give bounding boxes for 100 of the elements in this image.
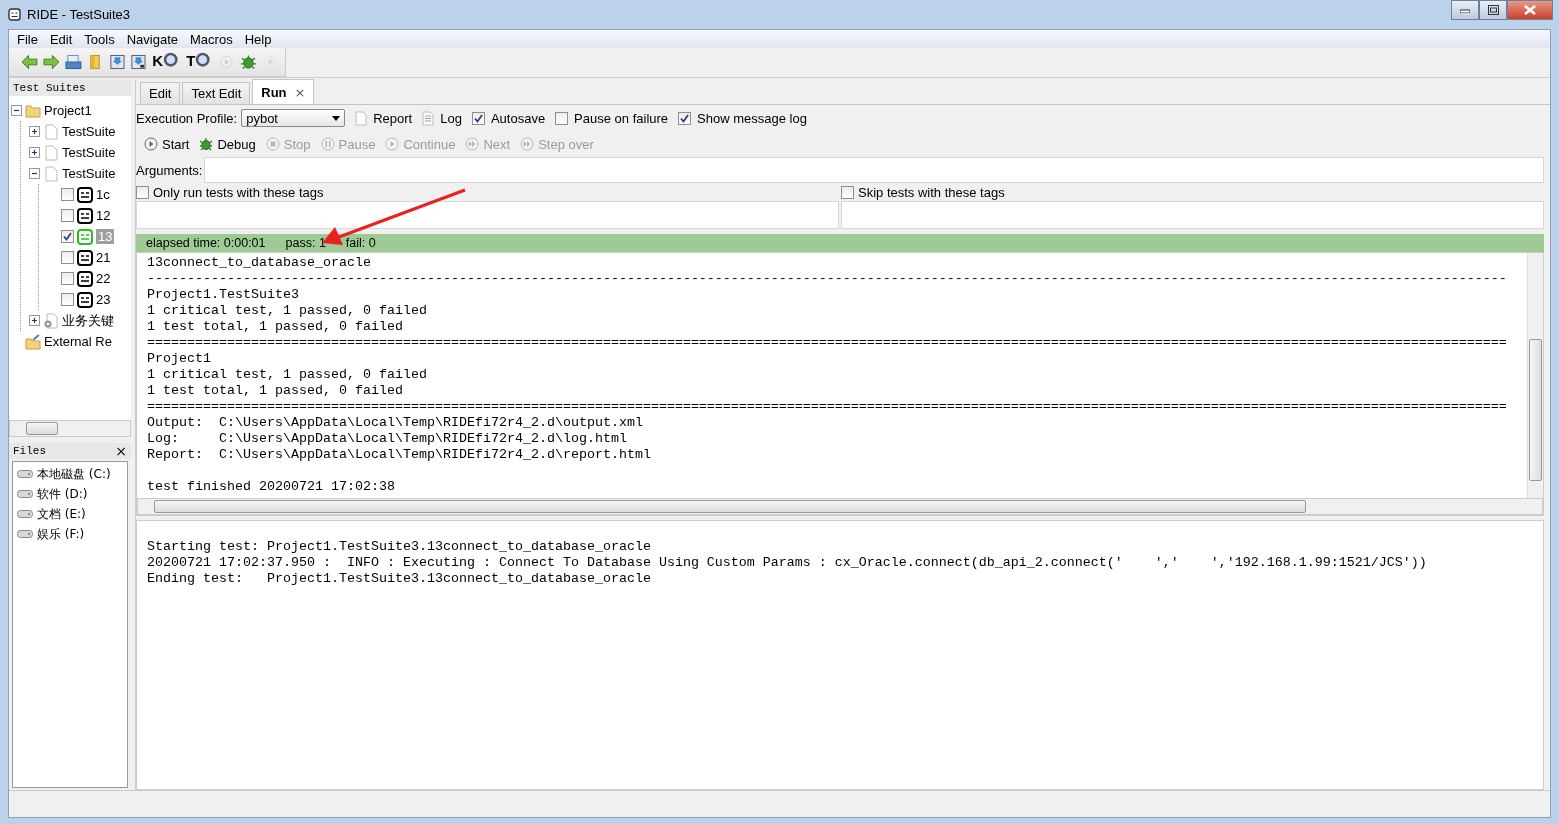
log-line: Log: C:\Users\AppData\Local\Temp\RIDEfi72r4_2.d\log.html [147,431,628,447]
close-icon [1524,5,1536,15]
tab[interactable]: Text Edit [182,82,251,104]
tree-item[interactable]: 21 [96,250,111,265]
checkbox[interactable] [678,111,692,125]
tree-item[interactable]: TestSuite [62,145,116,160]
caret-icon [332,115,341,121]
log-line: 20200721 17:02:37.950 : INFO : Executing : Connect To Database Using Custom Params : cx_Oracle.connect(db_api_2.connect(' ',' ','192.168.1.99:1521/JCS')) [147,555,1428,571]
tree-item[interactable]: 业务关键 [62,311,114,330]
expand-icon[interactable] [29,126,40,137]
pass-count: pass: 1 [285,236,326,250]
checkbox-label[interactable]: Skip tests with these tags [858,184,1005,200]
open-file-icon[interactable] [64,52,82,72]
run-control-button[interactable]: Start [144,136,190,152]
log-line: 13connect_to_database_oracle [147,255,372,271]
document-icon [43,165,59,182]
log-line: 1 test total, 1 passed, 0 failed [147,383,404,399]
restore-icon [1487,5,1499,15]
window-title: RIDE - TestSuite3 [27,7,131,22]
close-button[interactable]: × [115,443,127,459]
expand-icon[interactable] [29,147,40,158]
drive-item[interactable]: 软件 (D:) [37,485,88,503]
scrollbar[interactable] [137,498,1543,515]
document-icon [355,110,368,126]
collapse-icon[interactable] [11,105,22,116]
arguments-field[interactable] [204,157,1544,183]
search-button[interactable]: T [186,52,214,72]
checkbox-label[interactable]: Show message log [697,110,807,126]
close-button[interactable] [1507,0,1553,20]
checkbox[interactable] [61,251,74,264]
forward-arrow-icon[interactable] [42,52,60,72]
tags-field[interactable] [841,201,1544,229]
checkbox[interactable] [61,209,74,222]
tree-item[interactable]: 1c [96,187,110,202]
run-control-button[interactable]: Debug [199,136,256,152]
checkbox[interactable] [61,230,74,243]
drive-item[interactable]: 文档 (E:) [37,505,86,523]
close-tab-icon[interactable]: × [294,84,306,100]
maximize-button[interactable] [1479,0,1507,20]
tree-item[interactable]: 22 [96,271,111,286]
tree-item[interactable]: 12 [96,208,111,223]
checkbox-label[interactable]: Pause on failure [574,110,669,126]
back-arrow-icon[interactable] [21,52,38,72]
checkbox-label[interactable]: Only run tests with these tags [153,184,324,200]
profile-dropdown[interactable]: pybot [241,109,346,127]
drive-icon [17,509,33,519]
log-line: Project1 [147,351,212,367]
tree-item[interactable]: External Re [44,334,112,349]
bug-icon [199,137,214,151]
drive-icon [17,469,33,479]
link[interactable]: Report [373,110,413,126]
checkbox[interactable] [61,272,74,285]
folder-icon [25,102,41,119]
fail-count: fail: 0 [345,236,376,250]
checkbox[interactable] [61,188,74,201]
tree-item[interactable]: TestSuite [62,166,116,181]
tree-item[interactable]: TestSuite [62,124,116,139]
tree-item[interactable]: 23 [96,292,111,307]
save-all-icon[interactable] [130,52,148,72]
tags-field[interactable] [136,201,839,229]
bug-icon[interactable] [240,52,258,72]
checkbox[interactable] [841,185,854,199]
checkbox-label[interactable]: Autosave [490,110,546,126]
tree-item[interactable]: Project1 [44,103,92,118]
link[interactable]: Log [440,110,462,126]
robot-icon [8,8,21,21]
drive-item[interactable]: 娱乐 (F:) [37,525,85,543]
drive-item[interactable]: 本地磁盘 (C:) [37,465,111,483]
log-line: Starting test: Project1.TestSuite3.13connect_to_database_oracle [147,539,652,555]
play-icon [385,137,400,151]
checkbox[interactable] [471,111,485,125]
document-icon [43,144,59,161]
menu-item[interactable]: Edit [43,31,79,47]
log-line: Project1.TestSuite3 [147,287,300,303]
checkbox[interactable] [61,293,74,306]
search-button[interactable]: K [152,52,182,72]
menu-item[interactable]: Tools [78,31,121,47]
elapsed-time: elapsed time: 0:00:01 [146,236,266,250]
menu-item[interactable]: Navigate [120,31,185,47]
save-icon[interactable] [108,52,126,72]
tab[interactable]: Run × [252,79,315,104]
stop-icon [265,137,280,151]
checkbox[interactable] [555,111,569,125]
log-line: Ending test: Project1.TestSuite3.13connect_to_database_oracle [147,571,652,587]
drive-icon [17,489,33,499]
tab[interactable]: Edit [140,82,181,104]
scrollbar[interactable] [9,420,131,437]
resource-file-icon [43,312,59,329]
log-line: 1 test total, 1 passed, 0 failed [147,319,404,335]
menu-item[interactable]: Help [238,31,278,47]
checkbox[interactable] [136,185,149,199]
next-icon [520,137,535,151]
scrollbar[interactable] [1527,253,1543,498]
panel-title: Test Suites [13,82,86,94]
menu-item[interactable]: File [11,31,44,47]
next-icon [465,137,480,151]
menu-item[interactable]: Macros [184,31,239,47]
log-line: ========================================================================================================================================================================== [147,399,1508,415]
expand-icon[interactable] [29,315,40,326]
collapse-icon[interactable] [29,168,40,179]
